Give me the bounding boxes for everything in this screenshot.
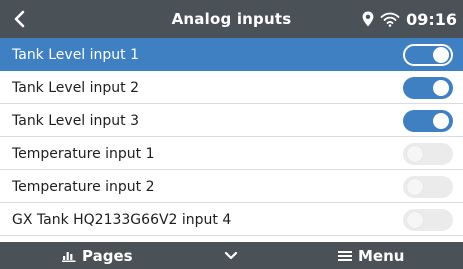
chevron-down-icon: [224, 251, 238, 260]
hamburger-icon: [338, 250, 352, 261]
menu-label: Menu: [358, 246, 405, 265]
toggle-knob: [407, 212, 423, 228]
input-label: GX Tank HQ2133G66V2 input 4: [12, 211, 232, 228]
bar-chart-icon: [62, 252, 76, 262]
scroll-down-button[interactable]: [224, 242, 238, 269]
input-label: Tank Level input 1: [12, 46, 140, 63]
screen: Analog inputs 09:16 Tank Level input 1 T…: [0, 0, 463, 269]
footer-bar: Pages Menu: [0, 242, 463, 269]
list-item[interactable]: Tank Level input 2: [0, 71, 463, 104]
toggle-knob: [433, 47, 449, 63]
enable-toggle[interactable]: [403, 143, 453, 165]
toggle-knob: [433, 113, 449, 129]
list-item[interactable]: Temperature input 2: [0, 170, 463, 203]
list-item[interactable]: GX Tank HQ2133G66V2 input 4: [0, 203, 463, 236]
menu-button[interactable]: Menu: [338, 242, 404, 269]
input-label: Tank Level input 2: [12, 79, 140, 96]
input-label: Temperature input 2: [12, 178, 155, 195]
enable-toggle[interactable]: [403, 110, 453, 132]
enable-toggle[interactable]: [403, 209, 453, 231]
toggle-knob: [433, 80, 449, 96]
pages-label: Pages: [82, 246, 133, 265]
location-pin-icon: [362, 11, 374, 27]
input-label: Tank Level input 3: [12, 112, 140, 129]
pages-button[interactable]: Pages: [62, 242, 133, 269]
enable-toggle[interactable]: [403, 44, 453, 66]
clock: 09:16: [406, 9, 457, 29]
enable-toggle[interactable]: [403, 176, 453, 198]
toggle-knob: [407, 146, 423, 162]
header-bar: Analog inputs 09:16: [0, 0, 463, 38]
list-item[interactable]: Tank Level input 1: [0, 38, 463, 71]
inputs-list: Tank Level input 1 Tank Level input 2 Ta…: [0, 38, 463, 236]
wifi-icon: [380, 12, 400, 27]
list-item[interactable]: Tank Level input 3: [0, 104, 463, 137]
list-item[interactable]: Temperature input 1: [0, 137, 463, 170]
enable-toggle[interactable]: [403, 77, 453, 99]
status-area: 09:16: [362, 0, 457, 38]
toggle-knob: [407, 179, 423, 195]
input-label: Temperature input 1: [12, 145, 155, 162]
